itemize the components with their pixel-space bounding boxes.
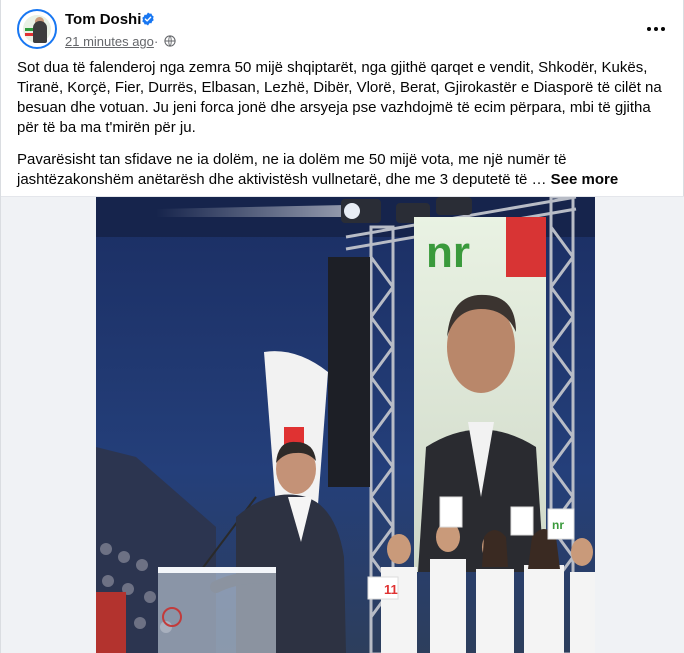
author-avatar[interactable]: [17, 9, 57, 49]
speaker-stack: [328, 257, 370, 487]
verified-badge-icon: [142, 12, 154, 26]
screen-red-block: [506, 217, 546, 277]
glass-podium: [158, 567, 276, 653]
post-header: Tom Doshi 21 minutes ago ·: [1, 0, 684, 58]
post-card: Tom Doshi 21 minutes ago · Sot dua të fa…: [0, 0, 684, 653]
post-timestamp-link[interactable]: 21 minutes ago: [65, 34, 154, 49]
avatar-body: [33, 21, 47, 43]
post-paragraph-1: Sot dua të falenderoj nga zemra 50 mijë …: [17, 59, 662, 136]
post-body: Sot dua të falenderoj nga zemra 50 mijë …: [17, 58, 671, 190]
crowd-person-red: [96, 592, 126, 653]
post-paragraph-2: Pavarësisht tan sfidave ne ia dolëm, ne …: [17, 150, 671, 190]
svg-text:nr: nr: [552, 518, 564, 532]
screen-logo-text: nr: [426, 228, 470, 277]
supporter-sign-text-1: 11: [384, 582, 398, 597]
photo-scene: nr 11 nr: [96, 197, 595, 653]
post-photo[interactable]: nr 11 nr: [96, 197, 595, 653]
post-media: nr 11 nr: [1, 196, 684, 653]
globe-icon[interactable]: [164, 35, 176, 47]
more-options-icon[interactable]: [641, 14, 671, 44]
post-paragraph-2-text: Pavarësisht tan sfidave ne ia dolëm, ne …: [17, 151, 567, 188]
see-more-link[interactable]: See more: [551, 171, 619, 188]
author-name-link[interactable]: Tom Doshi: [65, 11, 141, 28]
timestamp-separator: ·: [154, 34, 159, 49]
